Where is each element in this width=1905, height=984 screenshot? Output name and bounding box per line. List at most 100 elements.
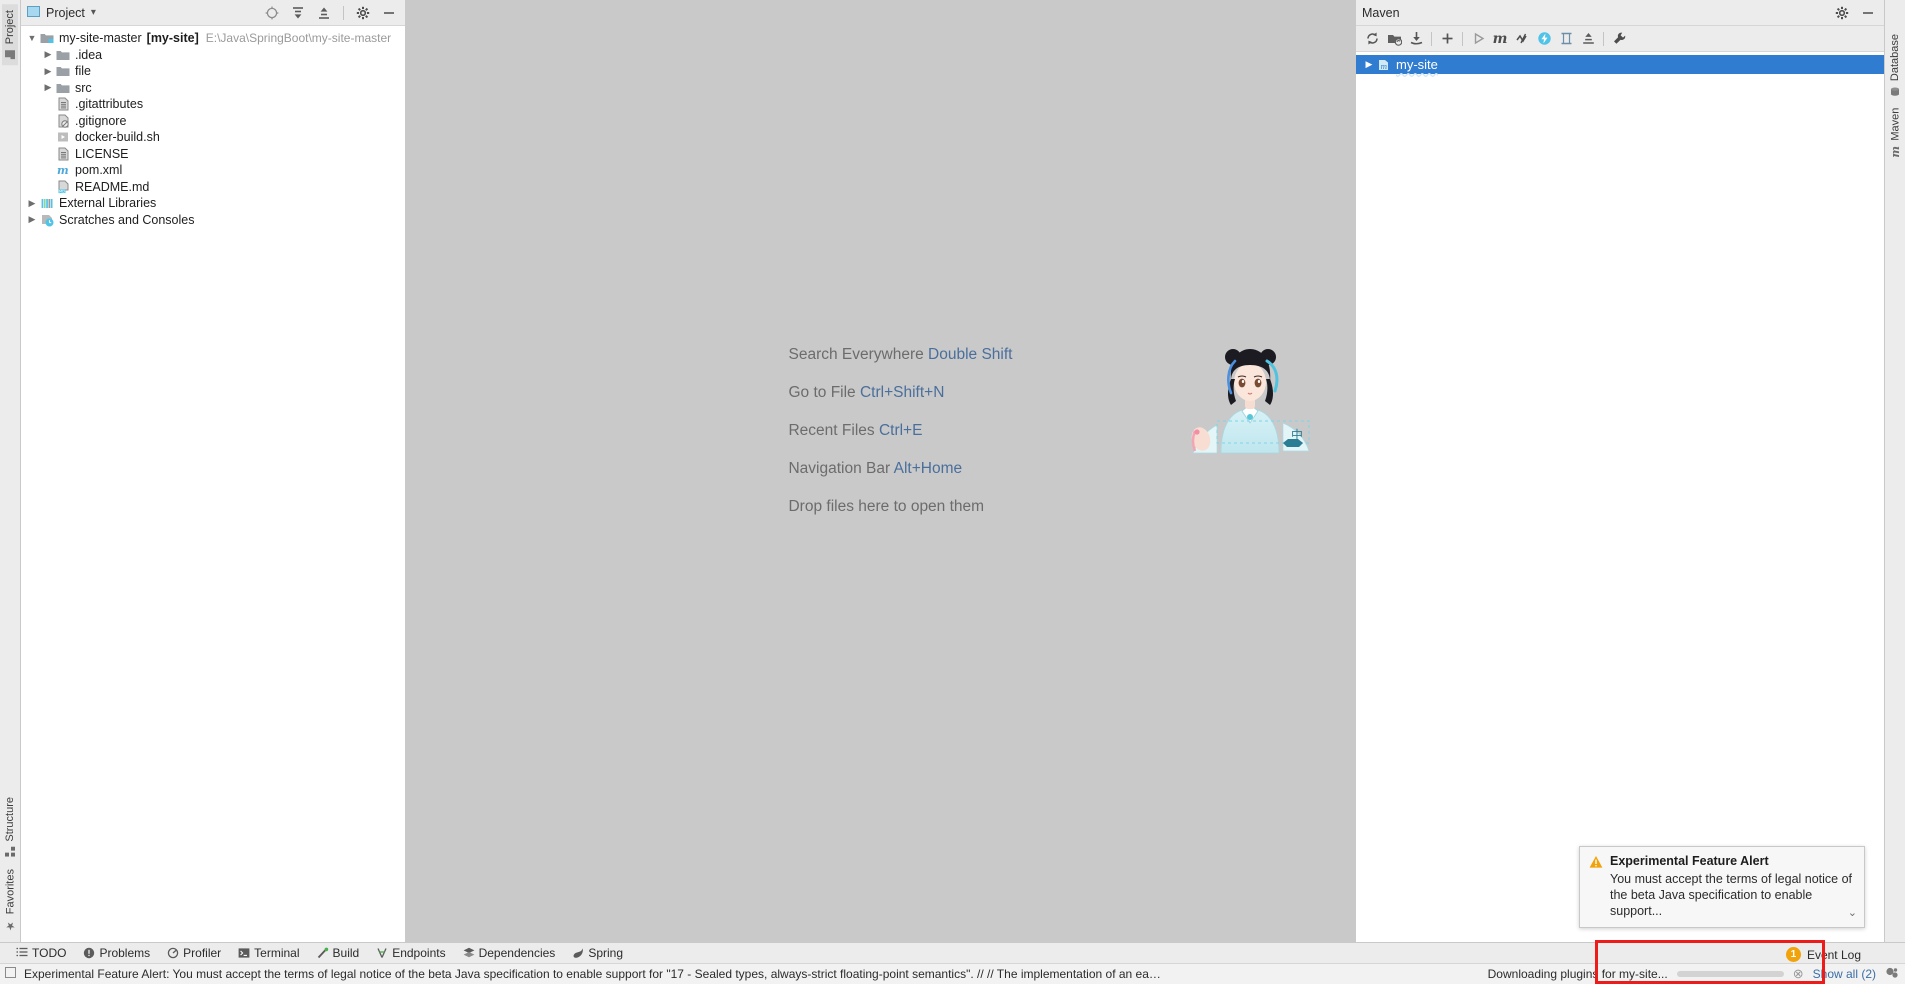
editor-hint-shortcut: Alt+Home (893, 460, 963, 477)
project-tree-node[interactable]: ▶.gitattributes (21, 96, 405, 113)
background-tasks-icon[interactable] (1885, 966, 1899, 982)
execute-maven-goal-icon[interactable]: m (1490, 29, 1510, 49)
settings-gear-icon[interactable] (1832, 3, 1852, 23)
stripe-tab-project[interactable]: Project (2, 4, 18, 66)
chevron-right-icon[interactable]: ▶ (1362, 59, 1376, 70)
project-tree-node-label: Scratches and Consoles (59, 212, 195, 227)
chevron-right-icon[interactable]: ▶ (41, 66, 55, 77)
folder-icon (55, 47, 71, 63)
stripe-tab-maven-label: Maven (1889, 108, 1901, 142)
stripe-tab-maven[interactable]: m Maven (1887, 102, 1904, 164)
bottom-tool-build[interactable]: Build (317, 946, 359, 960)
notification-balloon[interactable]: Experimental Feature Alert You must acce… (1579, 846, 1865, 928)
stripe-tab-structure[interactable]: Structure (2, 791, 18, 863)
expand-all-icon[interactable] (288, 3, 308, 23)
maven-tool-window: Maven m ▶ m my-site (1355, 0, 1884, 942)
chevron-right-icon[interactable]: ▶ (41, 49, 55, 60)
reload-all-maven-projects-icon[interactable] (1362, 29, 1382, 49)
toolbar-divider (1462, 31, 1463, 46)
editor-hint: Search Everywhere Double Shift (788, 346, 1012, 364)
bottom-tool-todo[interactable]: TODO (16, 946, 66, 960)
bottom-tool-problems[interactable]: Problems (83, 946, 150, 960)
project-tree-node[interactable]: ▶ src (21, 80, 405, 97)
status-bar: Experimental Feature Alert: You must acc… (0, 963, 1905, 984)
bottom-tool-label: Terminal (254, 946, 300, 960)
bottom-tool-dependencies[interactable]: Dependencies (463, 946, 555, 960)
project-tree-node[interactable]: ▶MDREADME.md (21, 179, 405, 196)
chevron-right-icon[interactable]: ▶ (25, 214, 39, 225)
collapse-all-icon[interactable] (1578, 29, 1598, 49)
chevron-right-icon[interactable]: ▶ (25, 198, 39, 209)
show-all-notifications-link[interactable]: Show all (2) (1813, 967, 1876, 981)
select-opened-file-icon[interactable] (262, 3, 282, 23)
bottom-tool-label: Spring (588, 946, 623, 960)
toggle-offline-mode-icon[interactable] (1534, 29, 1554, 49)
collapse-all-icon[interactable] (314, 3, 334, 23)
hide-tool-window-icon[interactable] (1858, 3, 1878, 23)
notification-line-1: You must accept the terms of legal notic… (1610, 872, 1853, 886)
editor-hint: Drop files here to open them (788, 498, 1012, 516)
project-tree-node[interactable]: ▶.gitignore (21, 113, 405, 130)
editor-hint-text: Search Everywhere (788, 346, 929, 363)
event-log-label: Event Log (1806, 947, 1861, 962)
project-tree-node-label: src (75, 80, 92, 95)
maven-tool-window-header: Maven (1356, 0, 1884, 26)
bottom-tool-endpoints[interactable]: Endpoints (376, 946, 446, 960)
maven-projects-tree[interactable]: ▶ m my-site (1356, 52, 1884, 942)
maven-tree-node[interactable]: ▶ m my-site (1356, 55, 1884, 74)
stripe-tab-project-label: Project (4, 10, 16, 45)
endpoints-icon (376, 947, 388, 959)
project-tree-node-label: README.md (75, 179, 150, 194)
project-tree-node[interactable]: ▶ External Libraries (21, 195, 405, 212)
run-maven-build-icon[interactable] (1468, 29, 1488, 49)
maven-project-icon: m (1376, 57, 1392, 73)
project-tree-node[interactable]: ▶mpom.xml (21, 162, 405, 179)
chevron-right-icon[interactable]: ▶ (41, 82, 55, 93)
project-tree-node[interactable]: ▶docker-build.sh (21, 129, 405, 146)
svg-text:MD: MD (59, 189, 65, 193)
background-task-label: Downloading plugins for my-site... (1487, 967, 1668, 981)
editor-hints: Search Everywhere Double Shift Go to File… (788, 346, 1012, 536)
project-tree[interactable]: ▼ my-site-master [my-site] E:\Java\SpringBo… (21, 26, 405, 942)
shell-script-icon (55, 129, 71, 145)
editor-hint: Recent Files Ctrl+E (788, 422, 1012, 440)
notification-expand-icon[interactable]: ⌄ (1848, 906, 1857, 919)
project-tree-node[interactable]: ▶ file (21, 63, 405, 80)
bottom-tool-spring[interactable]: Spring (572, 946, 623, 960)
status-bar-right-group: Downloading plugins for my-site... ⊗ Sho… (1488, 966, 1899, 982)
editor-empty-area[interactable]: Search Everywhere Double Shift Go to File… (406, 0, 1355, 942)
bottom-tool-terminal[interactable]: Terminal (238, 946, 300, 960)
chevron-down-icon[interactable]: ▼ (25, 33, 39, 43)
settings-gear-icon[interactable] (353, 3, 373, 23)
main-content-row: Project Structure ★ Favorites Project ▾ … (0, 0, 1905, 942)
project-tree-node-label: .gitattributes (75, 97, 144, 112)
project-tree-node-label: my-site-master (59, 31, 142, 46)
toggle-skip-tests-icon[interactable] (1512, 29, 1532, 49)
expand-all-icon[interactable] (1556, 29, 1576, 49)
project-tree-node-label: External Libraries (59, 196, 157, 211)
event-log-button[interactable]: 1 Event Log (1785, 947, 1861, 962)
editor-hint-text: Go to File (788, 384, 860, 401)
hide-tool-window-icon[interactable] (379, 3, 399, 23)
left-stripe-top-group: Project (2, 4, 18, 66)
bottom-tool-profiler[interactable]: Profiler (167, 946, 221, 960)
cancel-task-icon[interactable]: ⊗ (1793, 966, 1804, 982)
toolbar-divider (343, 5, 344, 20)
download-sources-icon[interactable] (1406, 29, 1426, 49)
add-maven-project-icon[interactable] (1384, 29, 1404, 49)
stripe-tab-database[interactable]: Database (1887, 28, 1903, 102)
project-view-dropdown-icon[interactable]: ▾ (91, 7, 96, 18)
maven-settings-wrench-icon[interactable] (1609, 29, 1629, 49)
project-tree-node[interactable]: ▶ .idea (21, 47, 405, 64)
project-tree-node[interactable]: ▶ Scratches and Consoles (21, 212, 405, 229)
status-message[interactable]: Experimental Feature Alert: You must acc… (24, 967, 1164, 981)
project-tool-window-title: Project (46, 5, 85, 20)
project-tree-node[interactable]: ▼ my-site-master [my-site] E:\Java\SpringBo… (21, 30, 405, 47)
project-tree-node[interactable]: ▶LICENSE (21, 146, 405, 163)
project-tree-node-label: docker-build.sh (75, 130, 160, 145)
event-log-icon (5, 967, 17, 981)
project-module-badge: [my-site] (146, 31, 199, 46)
add-icon[interactable] (1437, 29, 1457, 49)
stripe-tab-favorites[interactable]: ★ Favorites (2, 863, 19, 938)
ide-window: Project Structure ★ Favorites Project ▾ … (0, 0, 1905, 984)
